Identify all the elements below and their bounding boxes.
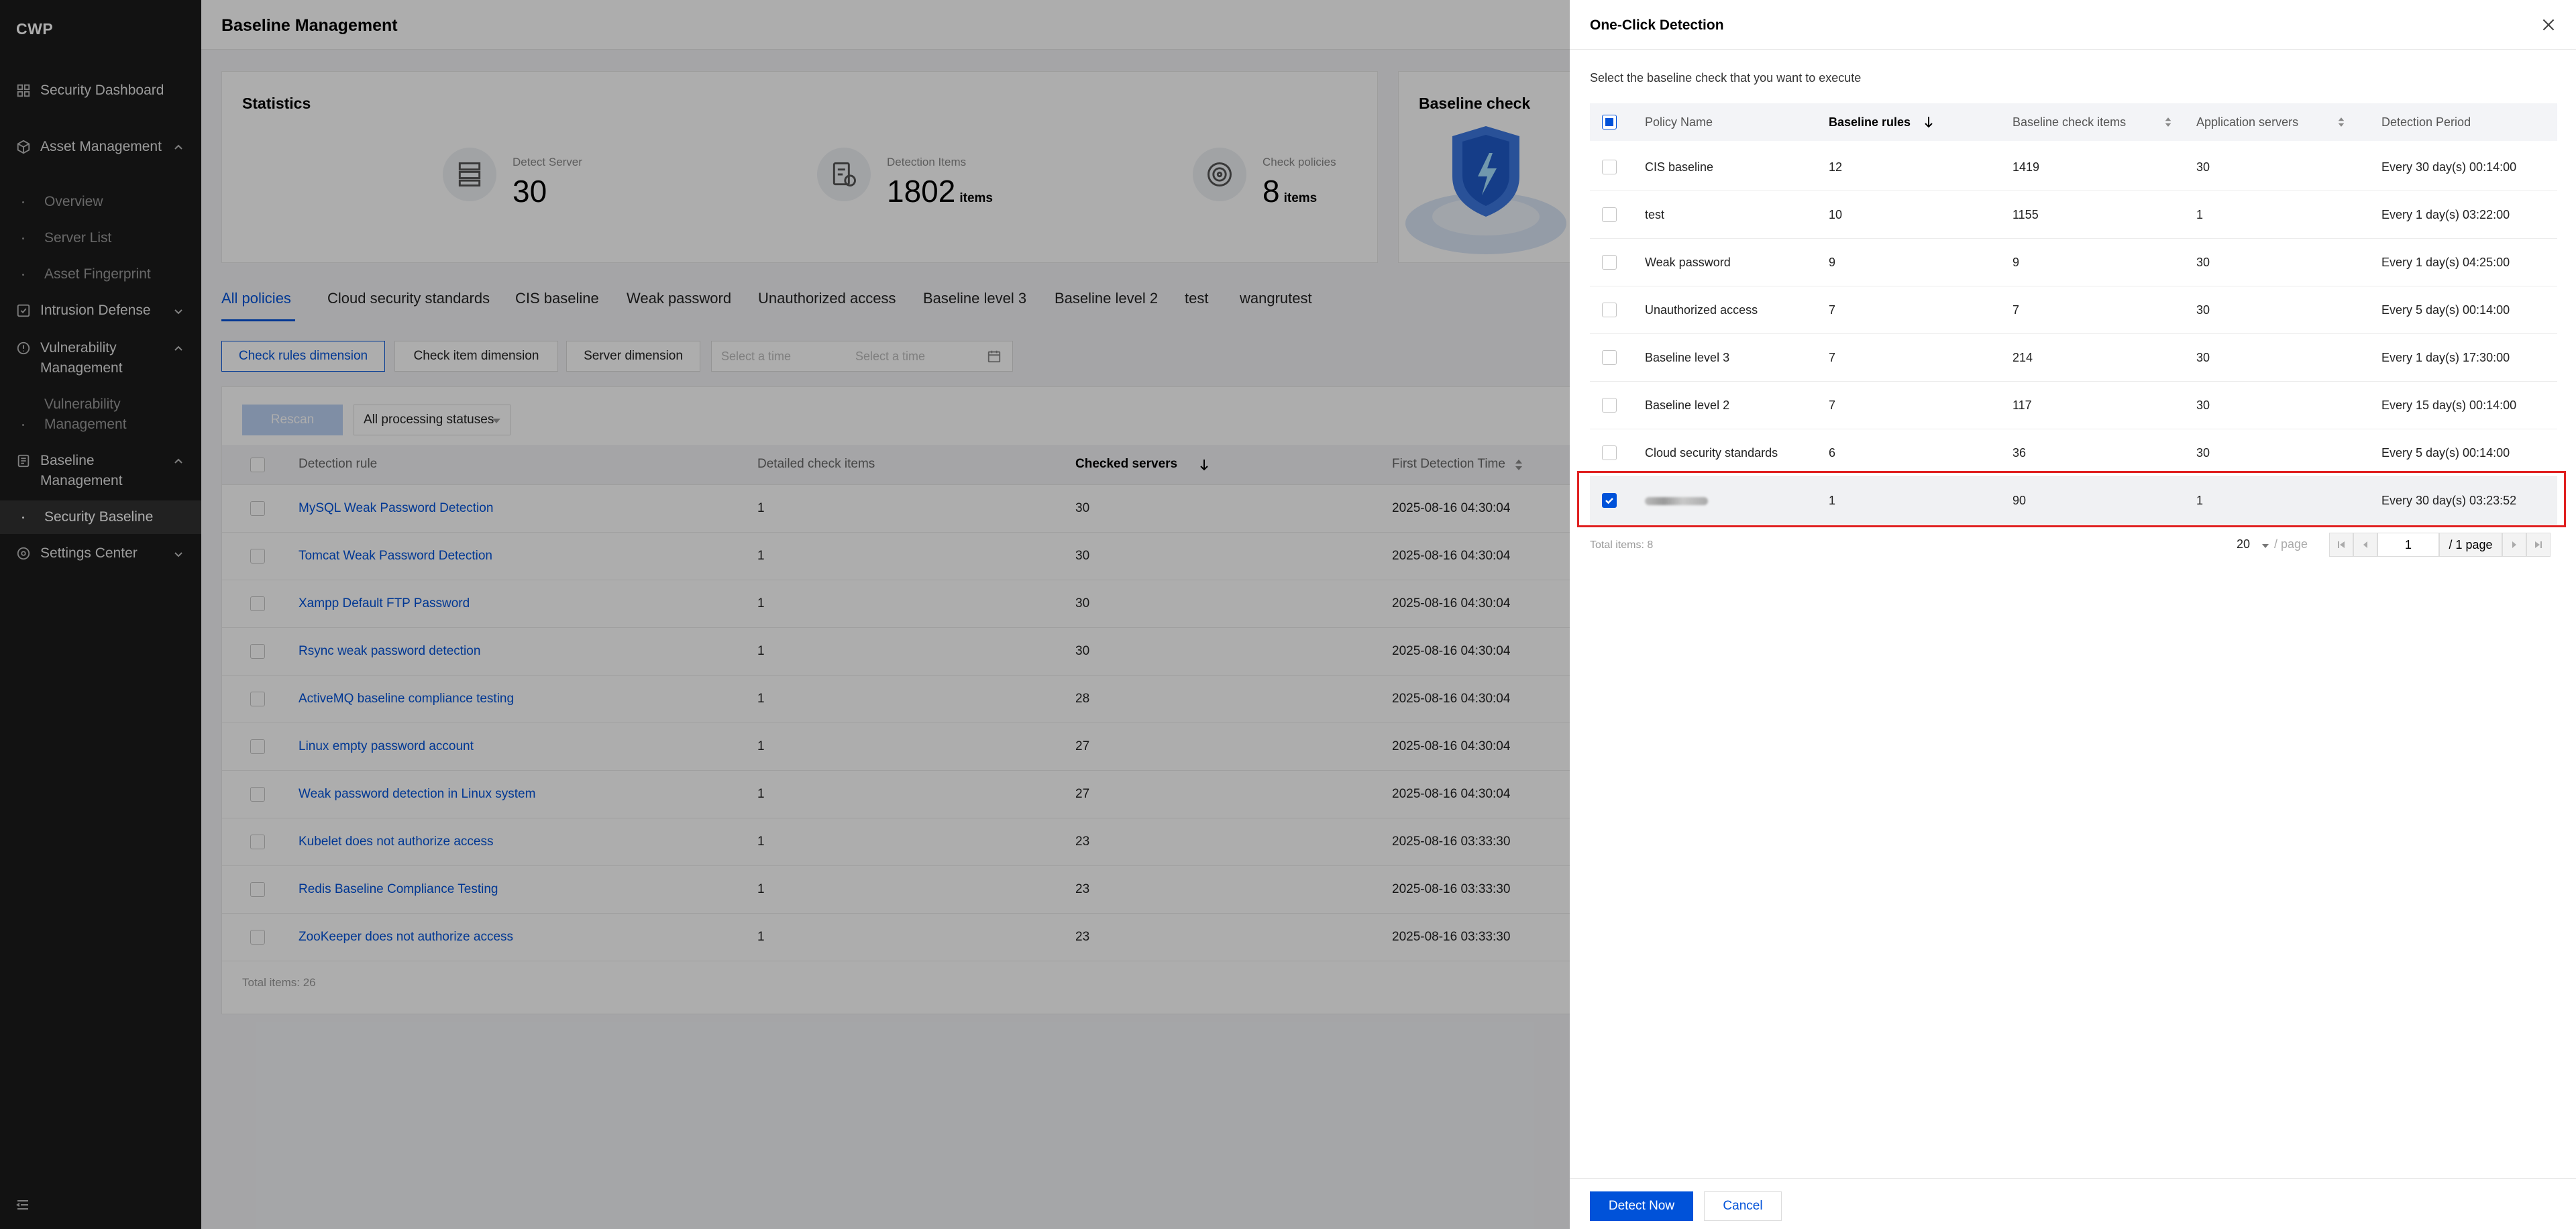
redacted-policy-name — [1645, 497, 1708, 505]
cancel-button[interactable]: Cancel — [1704, 1191, 1782, 1221]
policy-table-header: Policy Name Baseline rules Baseline chec… — [1590, 103, 2557, 141]
close-icon[interactable] — [2540, 16, 2557, 34]
detection-period-cell: Every 30 day(s) 03:23:52 — [2381, 494, 2517, 507]
policy-row[interactable]: Cloud security standards 6 36 30 Every 5 day… — [1590, 429, 2557, 477]
policy-name-cell: Unauthorized access — [1645, 303, 1758, 317]
application-servers-cell: 30 — [2196, 303, 2210, 317]
page-size-select[interactable]: 20 — [2237, 537, 2250, 551]
baseline-rules-cell: 7 — [1829, 303, 1836, 317]
baseline-rules-cell: 1 — [1829, 494, 1836, 507]
row-checkbox[interactable] — [1602, 255, 1617, 270]
policy-name-cell: Cloud security standards — [1645, 446, 1778, 460]
application-servers-cell: 30 — [2196, 398, 2210, 412]
row-checkbox[interactable] — [1602, 445, 1617, 460]
first-page-icon — [2338, 541, 2345, 548]
row-checkbox[interactable] — [1602, 160, 1617, 174]
row-checkbox[interactable] — [1602, 398, 1617, 413]
policy-name-cell: Weak password — [1645, 256, 1731, 269]
baseline-check-items-cell: 7 — [2012, 303, 2020, 317]
column-detection-period: Detection Period — [2381, 115, 2471, 129]
total-items-label: Total items: 8 — [1590, 539, 1654, 551]
drawer-header: One-Click Detection — [1570, 0, 2576, 50]
baseline-check-items-cell: 9 — [2012, 256, 2020, 269]
policy-name-cell: Baseline level 3 — [1645, 351, 1730, 364]
policy-name-cell: Baseline level 2 — [1645, 398, 1730, 412]
detection-period-cell: Every 5 day(s) 00:14:00 — [2381, 303, 2510, 317]
caret-down-icon[interactable] — [2262, 544, 2269, 548]
prev-page-icon — [2363, 541, 2367, 548]
detection-period-cell: Every 15 day(s) 00:14:00 — [2381, 398, 2517, 412]
page-number-input[interactable]: 1 — [2377, 533, 2439, 557]
policy-row[interactable]: Baseline level 3 7 214 30 Every 1 day(s) 17:… — [1590, 334, 2557, 382]
baseline-check-items-cell: 214 — [2012, 351, 2033, 364]
drawer-footer: Detect Now Cancel — [1570, 1178, 2576, 1229]
baseline-check-items-cell: 36 — [2012, 446, 2027, 460]
policy-row[interactable]: Weak password 9 9 30 Every 1 day(s) 04:25:00 — [1590, 239, 2557, 286]
baseline-rules-cell: 10 — [1829, 208, 1843, 221]
sort-icon[interactable] — [2337, 115, 2345, 129]
last-page-icon — [2535, 541, 2542, 548]
detection-period-cell: Every 1 day(s) 03:22:00 — [2381, 208, 2510, 221]
modal-overlay[interactable] — [0, 0, 1570, 1229]
detect-now-button[interactable]: Detect Now — [1590, 1191, 1693, 1221]
policy-row[interactable]: 1 90 1 Every 30 day(s) 03:23:52 — [1590, 477, 2557, 525]
baseline-rules-cell: 7 — [1829, 398, 1836, 412]
column-baseline-rules[interactable]: Baseline rules — [1829, 115, 1911, 129]
column-baseline-check-items[interactable]: Baseline check items — [2012, 115, 2126, 129]
policy-name-cell: test — [1645, 208, 1665, 221]
policy-row[interactable]: Baseline level 2 7 117 30 Every 15 day(s) 00… — [1590, 382, 2557, 429]
baseline-check-items-cell: 1155 — [2012, 208, 2039, 221]
column-application-servers[interactable]: Application servers — [2196, 115, 2298, 129]
baseline-rules-cell: 7 — [1829, 351, 1836, 364]
one-click-detection-drawer: One-Click Detection Select the baseline … — [1570, 0, 2576, 1229]
first-page-button[interactable] — [2329, 533, 2353, 557]
sort-icon[interactable] — [2164, 115, 2172, 129]
drawer-description: Select the baseline check that you want … — [1590, 71, 1862, 85]
last-page-button[interactable] — [2526, 533, 2551, 557]
baseline-check-items-cell: 90 — [2012, 494, 2027, 507]
next-page-icon — [2512, 541, 2516, 548]
checkmark-icon — [1605, 498, 1613, 504]
detection-period-cell: Every 30 day(s) 00:14:00 — [2381, 160, 2517, 174]
application-servers-cell: 30 — [2196, 256, 2210, 269]
drawer-title: One-Click Detection — [1590, 17, 1724, 33]
baseline-rules-cell: 12 — [1829, 160, 1843, 174]
policy-name-cell: CIS baseline — [1645, 160, 1714, 174]
baseline-check-items-cell: 1419 — [2012, 160, 2040, 174]
select-all-checkbox[interactable] — [1602, 115, 1617, 129]
baseline-rules-cell: 9 — [1829, 256, 1836, 269]
detection-period-cell: Every 1 day(s) 04:25:00 — [2381, 256, 2510, 269]
prev-page-button[interactable] — [2353, 533, 2377, 557]
policy-row[interactable]: Unauthorized access 7 7 30 Every 5 day(s) 00… — [1590, 286, 2557, 334]
next-page-button[interactable] — [2502, 533, 2526, 557]
detection-period-cell: Every 5 day(s) 00:14:00 — [2381, 446, 2510, 460]
row-checkbox[interactable] — [1602, 303, 1617, 317]
application-servers-cell: 30 — [2196, 351, 2210, 364]
per-page-label: / page — [2274, 537, 2308, 551]
application-servers-cell: 30 — [2196, 446, 2210, 460]
baseline-rules-cell: 6 — [1829, 446, 1836, 460]
policy-row[interactable]: CIS baseline 12 1419 30 Every 30 day(s) 00:1… — [1590, 144, 2557, 191]
row-checkbox[interactable] — [1602, 350, 1617, 365]
application-servers-cell: 1 — [2196, 494, 2204, 507]
application-servers-cell: 30 — [2196, 160, 2210, 174]
row-checkbox[interactable] — [1602, 207, 1617, 222]
sort-desc-icon[interactable] — [1924, 115, 1933, 129]
detection-period-cell: Every 1 day(s) 17:30:00 — [2381, 351, 2510, 364]
row-checkbox-checked[interactable] — [1602, 493, 1617, 508]
page-count-label: / 1 page — [2439, 533, 2502, 557]
baseline-check-items-cell: 117 — [2012, 398, 2032, 412]
application-servers-cell: 1 — [2196, 208, 2204, 221]
policy-row[interactable]: test 10 1155 1 Every 1 day(s) 03:22:00 — [1590, 191, 2557, 239]
column-policy-name: Policy Name — [1645, 115, 1713, 129]
